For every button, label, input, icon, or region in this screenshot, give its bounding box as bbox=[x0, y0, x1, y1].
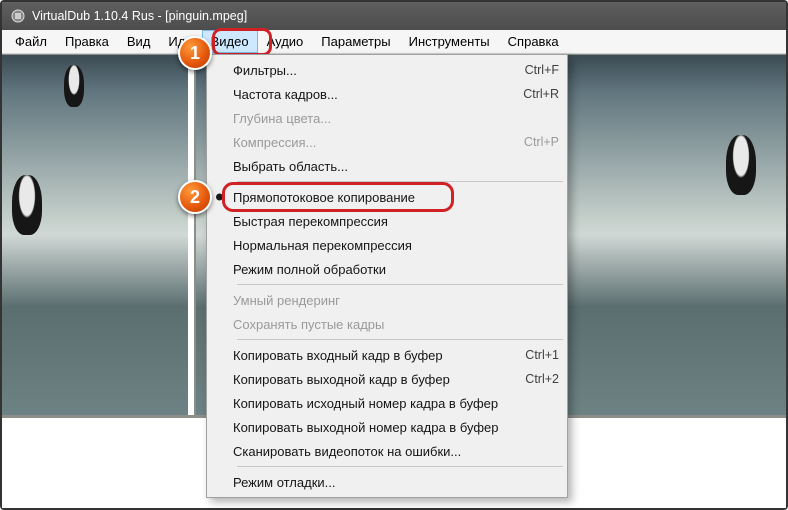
menu-item-framerate[interactable]: Частота кадров...Ctrl+R bbox=[209, 82, 565, 106]
menu-file[interactable]: Файл bbox=[6, 30, 56, 53]
menu-audio[interactable]: Аудио bbox=[258, 30, 313, 53]
menu-separator bbox=[237, 284, 563, 285]
menu-item-copy-output-frame-no[interactable]: Копировать выходной номер кадра в буфер bbox=[209, 415, 565, 439]
annotation-badge-1: 1 bbox=[178, 36, 212, 70]
menu-item-copy-output-frame[interactable]: Копировать выходной кадр в буферCtrl+2 bbox=[209, 367, 565, 391]
menu-tools[interactable]: Инструменты bbox=[400, 30, 499, 53]
menu-item-filters[interactable]: Фильтры...Ctrl+F bbox=[209, 58, 565, 82]
menu-item-full-processing[interactable]: Режим полной обработки bbox=[209, 257, 565, 281]
menu-item-smart-rendering: Умный рендеринг bbox=[209, 288, 565, 312]
window-title: VirtualDub 1.10.4 Rus - [pinguin.mpeg] bbox=[32, 9, 247, 23]
menu-item-scan-errors[interactable]: Сканировать видеопоток на ошибки... bbox=[209, 439, 565, 463]
app-icon bbox=[10, 8, 26, 24]
menu-item-preserve-empty: Сохранять пустые кадры bbox=[209, 312, 565, 336]
menu-item-direct-stream-copy[interactable]: Прямопотоковое копирование bbox=[209, 185, 565, 209]
menu-separator bbox=[237, 339, 563, 340]
menu-item-copy-input-frame-no[interactable]: Копировать исходный номер кадра в буфер bbox=[209, 391, 565, 415]
menu-params[interactable]: Параметры bbox=[312, 30, 399, 53]
menu-help[interactable]: Справка bbox=[499, 30, 568, 53]
menu-edit[interactable]: Правка bbox=[56, 30, 118, 53]
menu-item-fast-recompress[interactable]: Быстрая перекомпрессия bbox=[209, 209, 565, 233]
menu-separator bbox=[237, 181, 563, 182]
annotation-badge-2: 2 bbox=[178, 180, 212, 214]
menubar: Файл Правка Вид Иди Видео Аудио Параметр… bbox=[2, 30, 786, 54]
titlebar: VirtualDub 1.10.4 Rus - [pinguin.mpeg] bbox=[2, 2, 786, 30]
menu-item-compression: Компрессия...Ctrl+P bbox=[209, 130, 565, 154]
menu-item-color-depth: Глубина цвета... bbox=[209, 106, 565, 130]
menu-item-copy-input-frame[interactable]: Копировать входный кадр в буферCtrl+1 bbox=[209, 343, 565, 367]
radio-bullet-icon bbox=[216, 194, 223, 201]
menu-separator bbox=[237, 466, 563, 467]
menu-item-select-range[interactable]: Выбрать область... bbox=[209, 154, 565, 178]
video-menu-dropdown: Фильтры...Ctrl+F Частота кадров...Ctrl+R… bbox=[206, 54, 568, 498]
video-preview-input bbox=[2, 55, 194, 415]
menu-view[interactable]: Вид bbox=[118, 30, 160, 53]
menu-item-debug-mode[interactable]: Режим отладки... bbox=[209, 470, 565, 494]
menu-item-normal-recompress[interactable]: Нормальная перекомпрессия bbox=[209, 233, 565, 257]
